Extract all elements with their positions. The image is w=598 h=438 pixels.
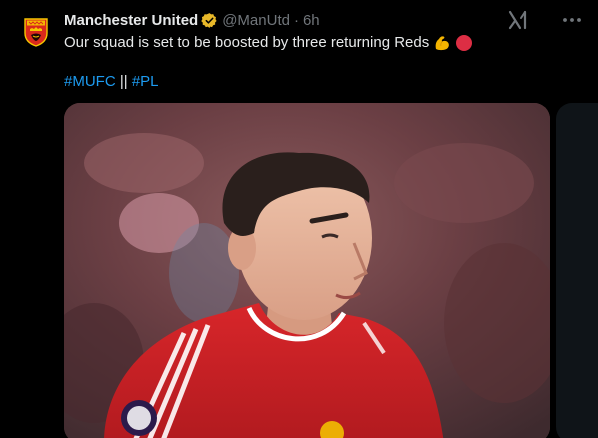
tweet-text: Our squad is set to be boosted by three … — [64, 34, 430, 51]
hashtag-pl[interactable]: #PL — [132, 73, 159, 90]
tweet-card[interactable]: Manchester United @ManUtd · 6h Our squad… — [0, 0, 598, 438]
tweet-timestamp[interactable]: 6h — [303, 12, 320, 29]
hashtag-line: #MUFC || #PL — [64, 72, 159, 92]
meta-separator: · — [293, 11, 299, 29]
more-options-icon — [563, 18, 581, 22]
grok-icon — [508, 10, 527, 30]
red-circle-emoji — [456, 35, 473, 51]
grok-button[interactable] — [506, 9, 530, 31]
more-options-button[interactable] — [560, 9, 584, 31]
next-media-preview[interactable] — [556, 103, 598, 438]
author-display-name[interactable]: Manchester United — [64, 12, 198, 29]
player-photo-image — [64, 103, 550, 438]
hashtag-mufc[interactable]: #MUFC — [64, 73, 116, 90]
author-handle[interactable]: @ManUtd — [222, 12, 290, 29]
flexed-biceps-emoji — [435, 36, 450, 51]
tweet-header: Manchester United @ManUtd · 6h — [64, 10, 320, 30]
club-crest-icon — [16, 11, 56, 51]
hashtag-separator: || — [119, 73, 128, 90]
tweet-media-image[interactable] — [64, 103, 550, 438]
tweet-body: Our squad is set to be boosted by three … — [64, 33, 473, 53]
avatar[interactable] — [16, 11, 56, 51]
verified-badge-icon[interactable] — [201, 12, 218, 29]
